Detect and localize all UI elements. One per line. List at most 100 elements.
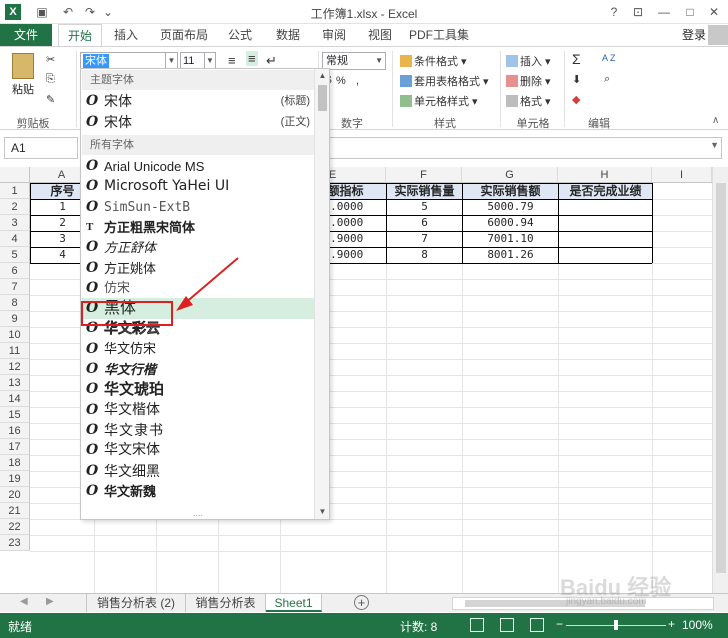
table-format-button[interactable]: 套用表格格式 ▾: [400, 73, 489, 89]
row-header[interactable]: 12: [0, 359, 30, 375]
cell-F2[interactable]: 5: [387, 199, 462, 215]
align-top-icon[interactable]: ≡: [228, 53, 236, 68]
paste-button[interactable]: 粘贴: [8, 53, 38, 97]
row-header[interactable]: 15: [0, 407, 30, 423]
column-header[interactable]: H: [558, 167, 652, 183]
row-header[interactable]: 17: [0, 439, 30, 455]
row-header[interactable]: 21: [0, 503, 30, 519]
font-dropdown-list[interactable]: 主题字体 O 宋体 (标题) O 宋体 (正文) 所有字体 O Arial Uni…: [80, 68, 330, 520]
sheet-tab-active[interactable]: Sheet1: [266, 594, 322, 612]
percent-style-button[interactable]: %: [336, 75, 346, 87]
align-middle-icon[interactable]: ≡: [246, 51, 258, 66]
cell-G2[interactable]: 5000.79: [463, 199, 558, 215]
row-header[interactable]: 16: [0, 423, 30, 439]
add-sheet-button[interactable]: +: [354, 595, 369, 610]
dropdown-scrollbar[interactable]: ▲ ▼: [314, 69, 329, 519]
delete-cells-button[interactable]: 删除 ▾: [506, 73, 551, 89]
close-button[interactable]: ✕: [704, 3, 724, 21]
cell-F4[interactable]: 7: [387, 231, 462, 247]
collapse-ribbon-icon[interactable]: ∧: [712, 115, 719, 126]
zoom-slider-thumb[interactable]: [614, 620, 618, 630]
tab-formulas[interactable]: 公式: [218, 24, 262, 46]
column-header[interactable]: F: [386, 167, 462, 183]
font-option[interactable]: O 宋体 (正文): [82, 112, 314, 133]
scroll-down-icon[interactable]: ▼: [315, 505, 329, 519]
font-option[interactable]: O 华文细黑: [82, 461, 314, 482]
cell-G3[interactable]: 6000.94: [463, 215, 558, 231]
row-header[interactable]: 3: [0, 215, 30, 231]
font-option[interactable]: O 华文隶书: [82, 420, 314, 441]
tab-review[interactable]: 审阅: [312, 24, 356, 46]
login-link[interactable]: 登录: [682, 24, 706, 46]
row-header[interactable]: 8: [0, 295, 30, 311]
zoom-out-button[interactable]: −: [556, 617, 563, 631]
tab-file[interactable]: 文件: [0, 24, 52, 46]
format-cells-button[interactable]: 格式 ▾: [506, 93, 551, 109]
page-break-view-icon[interactable]: [530, 618, 544, 632]
font-option[interactable]: O Microsoft YaHei UI: [82, 176, 314, 197]
chevron-down-icon[interactable]: ▼: [375, 53, 383, 69]
cell-F5[interactable]: 8: [387, 247, 462, 263]
format-painter-icon[interactable]: ✎: [46, 93, 55, 106]
tab-page-layout[interactable]: 页面布局: [152, 24, 216, 46]
font-option[interactable]: O 华文新魏: [82, 481, 314, 502]
font-option[interactable]: O Arial Unicode MS: [82, 156, 314, 177]
fill-icon[interactable]: ⬇: [572, 73, 581, 86]
find-select-icon[interactable]: ⌕: [604, 73, 610, 86]
font-option[interactable]: O 华文楷体: [82, 400, 314, 421]
help-button[interactable]: ?: [604, 3, 624, 21]
row-header[interactable]: 11: [0, 343, 30, 359]
row-header[interactable]: 6: [0, 263, 30, 279]
copy-icon[interactable]: ⎘: [46, 73, 55, 86]
tab-view[interactable]: 视图: [358, 24, 402, 46]
number-format-combobox[interactable]: 常规 ▼: [322, 52, 386, 70]
font-option[interactable]: O 宋体 (标题): [82, 91, 314, 112]
sheet-tab[interactable]: 销售分析表 (2): [86, 594, 186, 612]
font-option[interactable]: T 方正粗黑宋简体: [82, 217, 314, 238]
cell-G4[interactable]: 7001.10: [463, 231, 558, 247]
autosum-button[interactable]: Σ: [572, 51, 581, 67]
zoom-level[interactable]: 100%: [682, 618, 713, 632]
page-layout-view-icon[interactable]: [500, 618, 514, 632]
row-header[interactable]: 23: [0, 535, 30, 551]
cell-H1[interactable]: 是否完成业绩: [559, 183, 652, 199]
cell-G5[interactable]: 8001.26: [463, 247, 558, 263]
insert-cells-button[interactable]: 插入 ▾: [506, 53, 551, 69]
name-box[interactable]: A1: [4, 137, 78, 159]
font-option[interactable]: O 仿宋: [82, 278, 314, 299]
select-all-corner[interactable]: [0, 167, 30, 183]
cut-icon[interactable]: ✂: [46, 53, 55, 66]
avatar[interactable]: [708, 25, 728, 45]
tab-insert[interactable]: 插入: [104, 24, 148, 46]
row-header[interactable]: 13: [0, 375, 30, 391]
column-header[interactable]: I: [652, 167, 712, 183]
row-header[interactable]: 9: [0, 311, 30, 327]
comma-style-button[interactable]: ,: [356, 75, 359, 87]
column-header[interactable]: G: [462, 167, 558, 183]
sheet-next-icon[interactable]: ▶: [46, 596, 54, 607]
sheet-prev-icon[interactable]: ◀: [20, 596, 28, 607]
clear-icon[interactable]: ◆: [572, 93, 580, 106]
row-header[interactable]: 18: [0, 455, 30, 471]
zoom-in-button[interactable]: +: [668, 617, 675, 631]
cell-G1[interactable]: 实际销售额: [463, 183, 558, 199]
row-header[interactable]: 4: [0, 231, 30, 247]
ribbon-display-button[interactable]: ⊡: [628, 3, 648, 21]
font-option[interactable]: O 华文琥珀: [82, 379, 314, 400]
font-option[interactable]: O 华文仿宋: [82, 339, 314, 360]
chevron-down-icon[interactable]: ▼: [204, 53, 215, 69]
resize-grip[interactable]: ....: [81, 509, 315, 519]
wrap-text-icon[interactable]: ↵: [266, 53, 277, 69]
row-header[interactable]: 22: [0, 519, 30, 535]
row-header[interactable]: 5: [0, 247, 30, 263]
tab-pdf-tools[interactable]: PDF工具集: [404, 24, 474, 46]
cell-F1[interactable]: 实际销售量: [387, 183, 462, 199]
scroll-up-icon[interactable]: ▲: [315, 69, 329, 83]
row-header[interactable]: 1: [0, 183, 30, 199]
font-option[interactable]: O 华文宋体: [82, 440, 314, 461]
row-header[interactable]: 7: [0, 279, 30, 295]
font-option[interactable]: O 方正姚体: [82, 258, 314, 279]
row-header[interactable]: 14: [0, 391, 30, 407]
scroll-thumb[interactable]: [716, 183, 726, 573]
font-option[interactable]: O 方正舒体: [82, 237, 314, 258]
